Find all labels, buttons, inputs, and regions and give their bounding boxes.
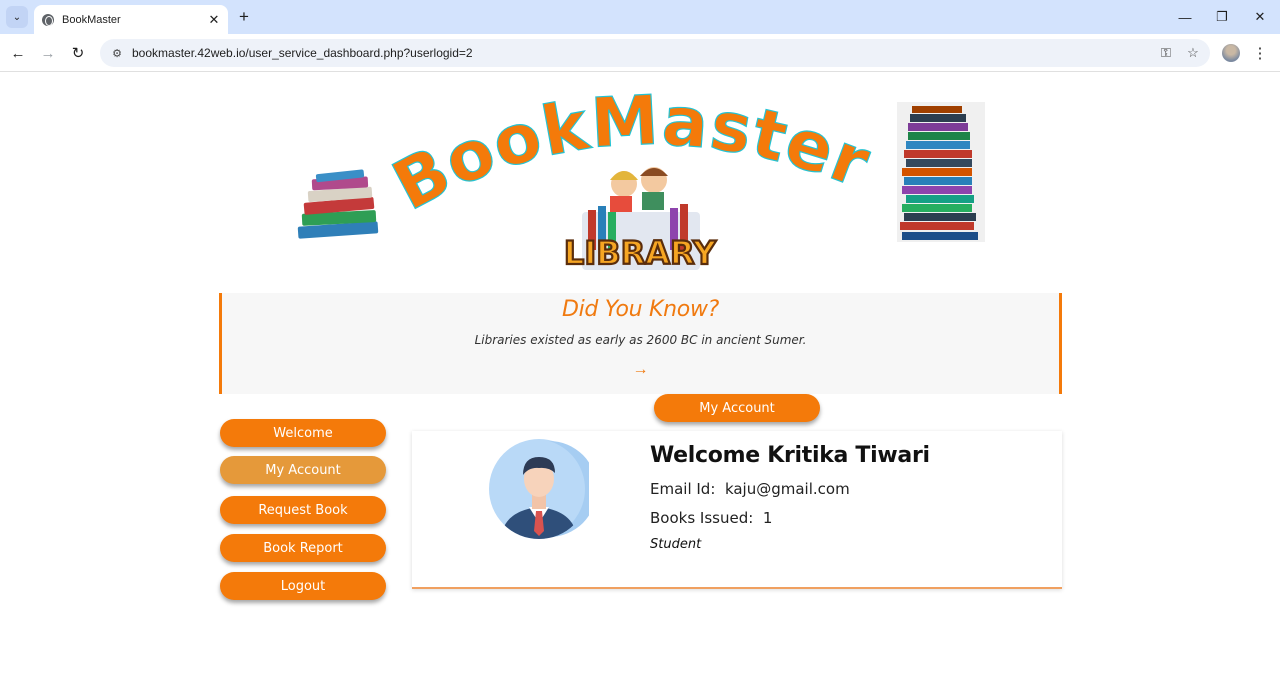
page-body: BookMaster LIBRARY Did You Know? Librari…	[0, 72, 1280, 680]
globe-icon	[42, 13, 54, 26]
books-issued-row: Books Issued: 1	[650, 509, 772, 527]
sidebar-item-book-report[interactable]: Book Report	[220, 534, 386, 562]
tab-title: BookMaster	[62, 13, 121, 26]
browser-menu-icon[interactable]: ⋮	[1252, 42, 1268, 64]
did-you-know-box: Did You Know? Libraries existed as early…	[219, 293, 1062, 394]
site-info-icon[interactable]: ⚙	[110, 46, 124, 60]
bookmark-star-icon[interactable]: ☆	[1183, 43, 1203, 63]
tab-search-dropdown-icon[interactable]: ⌄	[6, 6, 28, 28]
logo-subtitle: LIBRARY	[564, 234, 717, 272]
minimize-button[interactable]: —	[1172, 6, 1198, 28]
my-account-top-button[interactable]: My Account	[654, 394, 820, 422]
profile-card: Welcome Kritika Tiwari Email Id: kaju@gm…	[412, 431, 1062, 589]
fact-text: Libraries existed as early as 2600 BC in…	[474, 333, 807, 347]
back-button[interactable]: ←	[7, 42, 29, 64]
browser-toolbar: ← → ↻ ⚙ bookmaster.42web.io/user_service…	[0, 34, 1280, 72]
url-text[interactable]: bookmaster.42web.io/user_service_dashboa…	[132, 46, 1156, 60]
address-bar[interactable]: ⚙ bookmaster.42web.io/user_service_dashb…	[100, 39, 1210, 67]
sidebar-item-welcome[interactable]: Welcome	[220, 419, 386, 447]
sidebar-item-request-book[interactable]: Request Book	[220, 496, 386, 524]
tab-bar: ⌄ BookMaster ✕ + — ❐ ✕	[0, 0, 1280, 34]
books-issued-value: 1	[762, 509, 773, 527]
left-book-stack-icon	[297, 169, 379, 239]
forward-button[interactable]: →	[37, 42, 59, 64]
welcome-heading: Welcome Kritika Tiwari	[650, 443, 930, 468]
window-close-button[interactable]: ✕	[1247, 6, 1273, 28]
reload-button[interactable]: ↻	[67, 42, 89, 64]
restore-button[interactable]: ❐	[1209, 6, 1235, 28]
bookmaster-logo: BookMaster LIBRARY	[290, 92, 990, 277]
user-role: Student	[650, 537, 702, 552]
email-label: Email Id:	[650, 480, 716, 498]
books-issued-label: Books Issued:	[650, 509, 754, 527]
tab-close-icon[interactable]: ✕	[206, 12, 222, 28]
right-book-tower-icon	[897, 102, 985, 242]
sidebar-item-my-account[interactable]: My Account	[220, 456, 386, 484]
email-value: kaju@gmail.com	[724, 480, 850, 498]
email-row: Email Id: kaju@gmail.com	[650, 480, 850, 498]
profile-avatar-icon[interactable]	[1222, 44, 1240, 62]
password-key-icon[interactable]: ⚿	[1156, 43, 1176, 63]
next-fact-arrow-icon[interactable]: →	[222, 361, 1059, 379]
tab-bookmaster[interactable]: BookMaster ✕	[34, 5, 228, 34]
sidebar-item-logout[interactable]: Logout	[220, 572, 386, 600]
fact-title: Did You Know?	[561, 297, 720, 322]
user-avatar-icon	[489, 439, 589, 539]
new-tab-button[interactable]: +	[234, 7, 254, 27]
logo-graphic: BookMaster LIBRARY	[297, 92, 985, 273]
